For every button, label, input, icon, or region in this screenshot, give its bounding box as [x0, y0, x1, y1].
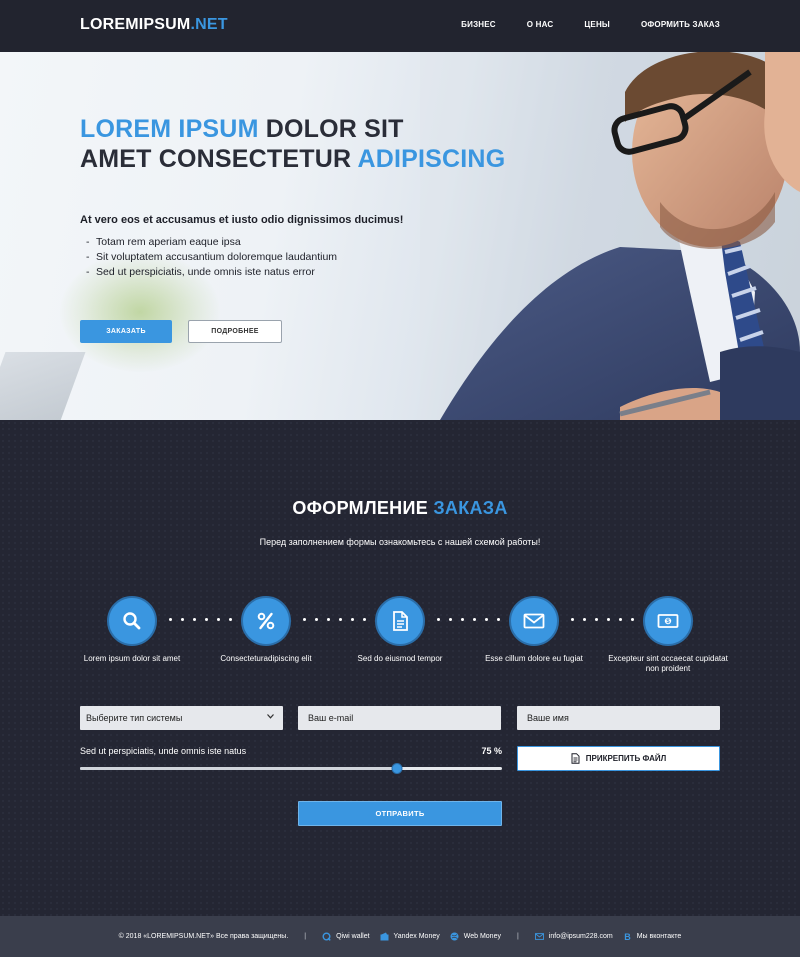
step-4: Esse cillum dolore eu fugiat	[474, 596, 594, 664]
nav-prices[interactable]: ЦЕНЫ	[584, 20, 610, 29]
system-type-select[interactable]: Выберите тип системы	[80, 706, 283, 730]
order-section-title: ОФОРМЛЕНИЕ ЗАКАЗА	[0, 498, 800, 519]
logo-accent: .NET	[190, 16, 228, 33]
slider-value: 75 %	[481, 746, 502, 756]
footer-vk[interactable]: B Мы вконтакте	[623, 932, 682, 941]
hero-title-part-2: AMET CONSECTETUR	[80, 145, 358, 173]
step-2: Consecteturadipiscing elit	[206, 596, 326, 664]
hero-list-item: Sit voluptatem accusantium doloremque la…	[86, 250, 337, 265]
hero-list-item: Totam rem aperiam eaque ipsa	[86, 235, 337, 250]
envelope-icon	[509, 596, 559, 646]
email-label: info@ipsum228.com	[548, 933, 613, 940]
slider-label: Sed ut perspiciatis, unde omnis iste nat…	[80, 746, 247, 756]
footer-webmoney[interactable]: Web Money	[450, 932, 501, 941]
step-label: Sed do eiusmod tempor	[357, 654, 443, 663]
nav-about[interactable]: О НАС	[527, 20, 554, 29]
vk-label: Мы вконтакте	[636, 933, 682, 940]
site-header: LOREMIPSUM.NET БИЗНЕС О НАС ЦЕНЫ ОФОРМИТ…	[0, 0, 800, 52]
hero-list-item: Sed ut perspiciatis, unde omnis iste nat…	[86, 265, 337, 280]
qiwi-icon	[322, 932, 331, 941]
vk-icon: B	[624, 932, 631, 941]
webmoney-label: Web Money	[463, 933, 501, 940]
step-1: Lorem ipsum dolor sit amet	[72, 596, 192, 664]
footer-yandex[interactable]: Yandex Money	[380, 932, 440, 941]
hero-title-accent-1: LOREM IPSUM	[80, 115, 259, 143]
wallet-icon	[380, 932, 389, 941]
nav-business[interactable]: БИЗНЕС	[461, 20, 496, 29]
order-section: ОФОРМЛЕНИЕ ЗАКАЗА Перед заполнением форм…	[0, 420, 800, 916]
main-nav: БИЗНЕС О НАС ЦЕНЫ ОФОРМИТЬ ЗАКАЗ	[461, 20, 720, 29]
percent-icon	[241, 596, 291, 646]
range-slider[interactable]	[80, 763, 502, 774]
order-button[interactable]: ЗАКАЗАТЬ	[80, 320, 172, 343]
mail-icon	[534, 933, 544, 940]
slider-fill	[80, 767, 397, 770]
hero-title: LOREM IPSUM DOLOR SIT AMET CONSECTETUR A…	[80, 114, 505, 174]
attach-file-label: ПРИКРЕПИТЬ ФАЙЛ	[585, 754, 667, 763]
copyright: © 2018 «LOREMIPSUM.NET» Все права защище…	[118, 933, 289, 940]
file-icon	[571, 753, 580, 764]
step-5: $ Excepteur sint occaecat cupidatat non …	[608, 596, 728, 674]
email-field[interactable]	[298, 706, 501, 730]
svg-text:B: B	[624, 932, 631, 941]
page: LOREMIPSUM.NET БИЗНЕС О НАС ЦЕНЫ ОФОРМИТ…	[0, 0, 800, 957]
hero-businessman-photo	[420, 52, 800, 420]
hero-banner: LOREM IPSUM DOLOR SIT AMET CONSECTETUR A…	[0, 52, 800, 420]
logo-text: LOREMIPSUM	[80, 16, 191, 33]
name-field[interactable]	[517, 706, 720, 730]
step-3: Sed do eiusmod tempor	[340, 596, 460, 664]
yandex-label: Yandex Money	[393, 933, 440, 940]
more-button[interactable]: ПОДРОБНЕЕ	[188, 320, 282, 343]
step-label: Lorem ipsum dolor sit amet	[83, 654, 181, 663]
slider-handle[interactable]	[391, 763, 402, 774]
step-label: Excepteur sint occaecat cupidatat non pr…	[608, 654, 728, 673]
hero-title-part-1: DOLOR SIT	[258, 115, 404, 143]
footer-email[interactable]: info@ipsum228.com	[534, 932, 613, 941]
chevron-down-icon	[267, 714, 274, 719]
order-title-accent: ЗАКАЗА	[433, 498, 508, 518]
footer-divider: |	[516, 933, 519, 940]
qiwi-label: Qiwi wallet	[336, 933, 370, 940]
select-value: Выберите тип системы	[86, 713, 183, 723]
step-label: Consecteturadipiscing elit	[220, 654, 312, 663]
order-title-part: ОФОРМЛЕНИЕ	[292, 498, 434, 518]
globe-icon	[450, 932, 459, 941]
hero-laptop-edge	[0, 352, 86, 420]
site-footer: © 2018 «LOREMIPSUM.NET» Все права защище…	[0, 916, 800, 957]
order-section-subtitle: Перед заполнением формы ознакомьтесь с н…	[259, 537, 541, 547]
search-icon	[107, 596, 157, 646]
document-icon	[375, 596, 425, 646]
nav-order[interactable]: ОФОРМИТЬ ЗАКАЗ	[641, 20, 720, 29]
footer-qiwi[interactable]: Qiwi wallet	[322, 932, 370, 941]
banknote-icon: $	[643, 596, 693, 646]
footer-divider: |	[304, 933, 307, 940]
submit-button[interactable]: ОТПРАВИТЬ	[298, 801, 502, 826]
hero-list: Totam rem aperiam eaque ipsa Sit volupta…	[86, 235, 337, 280]
logo[interactable]: LOREMIPSUM.NET	[80, 16, 228, 34]
step-label: Esse cillum dolore eu fugiat	[485, 654, 583, 663]
hero-title-accent-2: ADIPISCING	[357, 145, 506, 173]
hero-lead: At vero eos et accusamus et iusto odio d…	[80, 214, 404, 226]
attach-file-button[interactable]: ПРИКРЕПИТЬ ФАЙЛ	[517, 746, 720, 771]
